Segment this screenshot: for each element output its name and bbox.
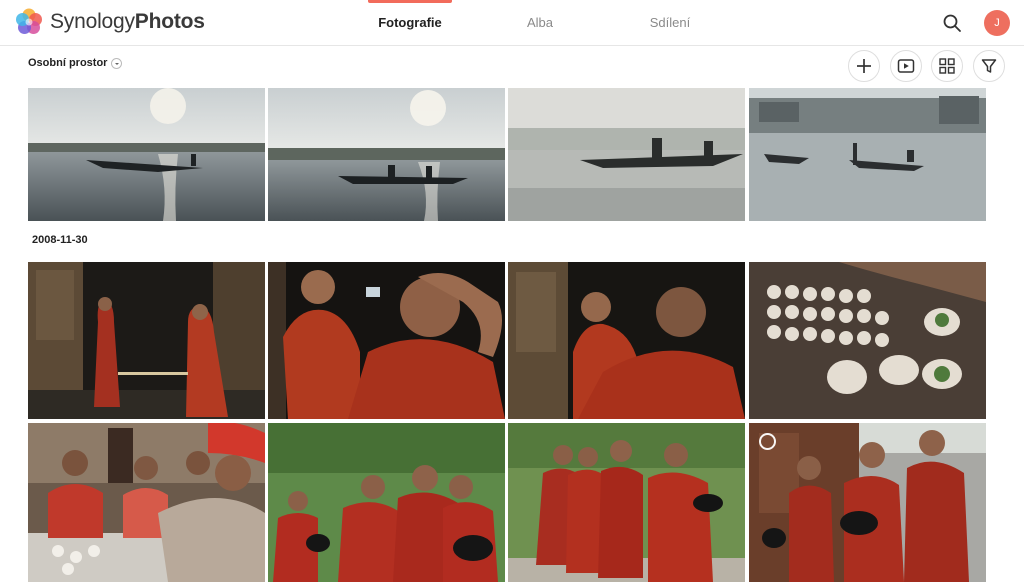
slideshow-icon: [897, 59, 915, 73]
filter-button[interactable]: [973, 50, 1005, 82]
search-icon: [943, 14, 961, 32]
search-button[interactable]: [940, 11, 964, 35]
photo-thumbnail[interactable]: [508, 423, 745, 582]
photo-thumbnail[interactable]: [28, 262, 265, 419]
brand-name-photos: Photos: [134, 10, 205, 33]
main-tabs: Fotografie Alba Sdílení: [368, 0, 758, 46]
grid-view-icon: [939, 58, 955, 74]
space-label: Osobní prostor: [28, 57, 108, 69]
filter-icon: [981, 59, 997, 73]
select-photo-checkbox[interactable]: [759, 433, 776, 450]
photo-thumbnail[interactable]: [28, 423, 265, 582]
top-bar: SynologyPhotos Fotografie Alba Sdílení J: [0, 0, 1024, 46]
photo-thumbnail[interactable]: [268, 88, 505, 221]
tab-photos[interactable]: Fotografie: [368, 0, 452, 46]
photo-thumbnail[interactable]: [268, 423, 505, 582]
plus-icon: [857, 59, 871, 73]
photo-thumbnail[interactable]: [749, 88, 986, 221]
space-selector[interactable]: Osobní prostor: [28, 57, 123, 69]
photo-thumbnail[interactable]: [749, 423, 986, 582]
app-brand: SynologyPhotos: [50, 10, 205, 34]
chevron-down-icon: [111, 57, 123, 69]
view-mode-button[interactable]: [931, 50, 963, 82]
user-avatar[interactable]: J: [984, 10, 1010, 36]
tab-albums[interactable]: Alba: [498, 0, 582, 46]
photo-thumbnail[interactable]: [508, 88, 745, 221]
synology-photos-flower-icon[interactable]: [14, 7, 44, 37]
date-group-heading: 2008-11-30: [32, 234, 88, 246]
photo-thumbnail[interactable]: [28, 88, 265, 221]
brand-name-synology: Synology: [50, 10, 135, 33]
photo-thumbnail[interactable]: [268, 262, 505, 419]
photo-thumbnail[interactable]: [508, 262, 745, 419]
tab-sharing[interactable]: Sdílení: [628, 0, 712, 46]
add-button[interactable]: [848, 50, 880, 82]
photo-thumbnail[interactable]: [749, 262, 986, 419]
slideshow-button[interactable]: [890, 50, 922, 82]
